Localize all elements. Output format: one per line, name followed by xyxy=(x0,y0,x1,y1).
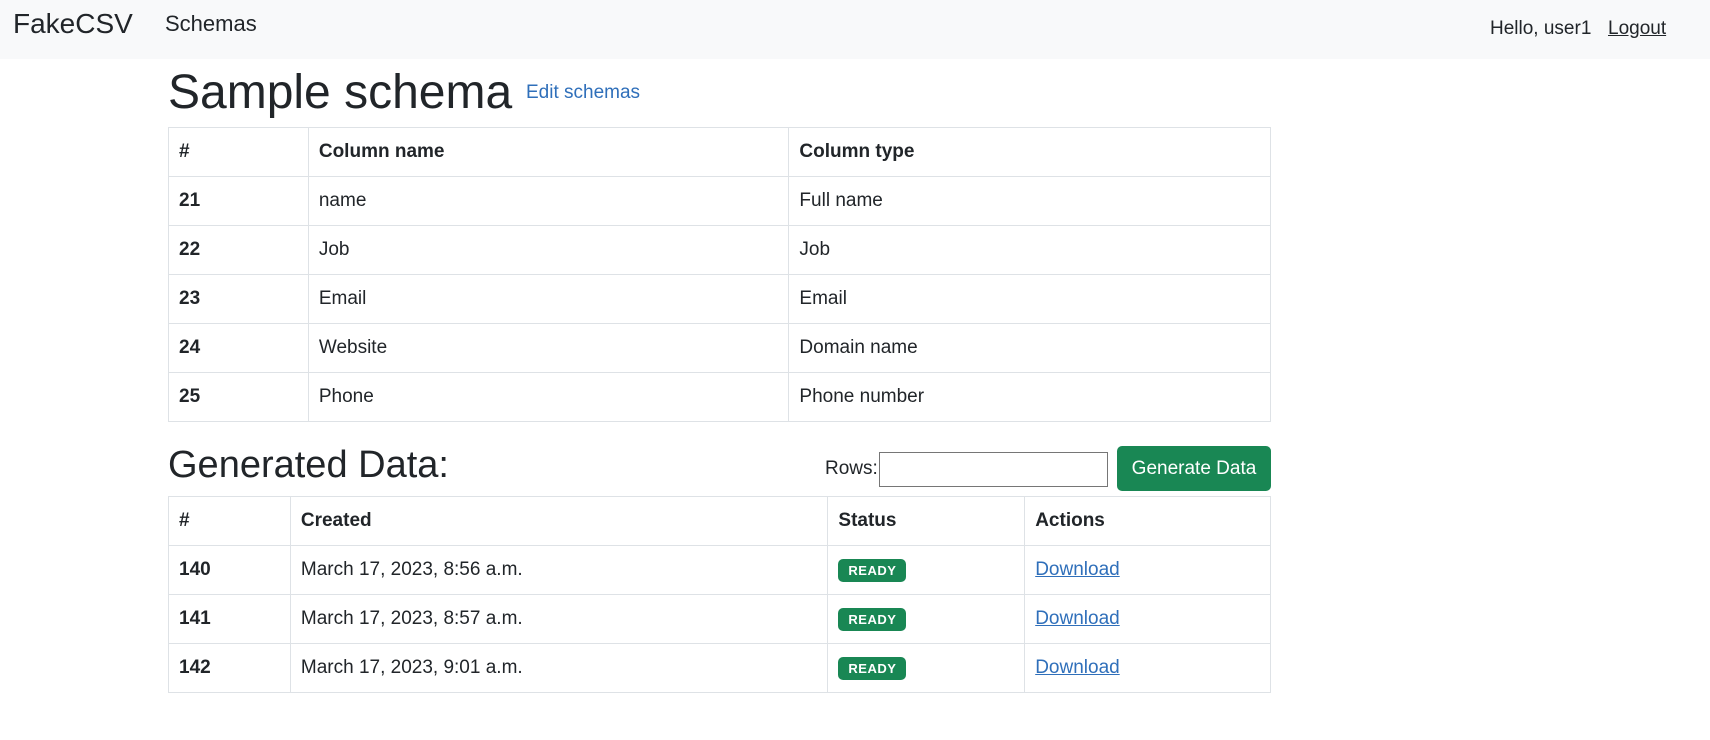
row-actions: Download xyxy=(1024,643,1271,693)
generated-data-title: Generated Data: xyxy=(168,444,449,486)
row-actions: Download xyxy=(1024,545,1271,595)
row-column-type: Job xyxy=(788,225,1271,275)
row-column-type: Phone number xyxy=(788,372,1271,422)
row-status: READY xyxy=(827,594,1026,644)
row-created: March 17, 2023, 9:01 a.m. xyxy=(289,643,829,693)
rows-label: Rows: xyxy=(825,458,878,479)
row-column-name: Website xyxy=(307,323,790,373)
row-id: 22 xyxy=(168,225,309,275)
navbar: FakeCSV Schemas Hello, user1 Logout xyxy=(0,0,1710,59)
schema-title: Sample schema xyxy=(168,66,513,119)
row-status: READY xyxy=(827,545,1026,595)
row-id: 140 xyxy=(168,545,291,595)
nav-link-schemas[interactable]: Schemas xyxy=(165,11,257,37)
table-row: 24 Website Domain name xyxy=(168,323,1271,373)
row-column-type: Full name xyxy=(788,176,1271,226)
header-status: Status xyxy=(827,496,1026,546)
table-row: 25 Phone Phone number xyxy=(168,372,1271,422)
status-badge: READY xyxy=(838,656,907,680)
row-id: 25 xyxy=(168,372,309,422)
row-actions: Download xyxy=(1024,594,1271,644)
download-link[interactable]: Download xyxy=(1035,559,1120,580)
table-row: 142 March 17, 2023, 9:01 a.m. READY Down… xyxy=(168,643,1271,693)
header-created: Created xyxy=(289,496,829,546)
header-number: # xyxy=(168,127,309,177)
table-row: 22 Job Job xyxy=(168,225,1271,275)
row-column-type: Email xyxy=(788,274,1271,324)
header-column-type: Column type xyxy=(788,127,1271,177)
brand-link[interactable]: FakeCSV xyxy=(13,8,133,40)
row-column-type: Domain name xyxy=(788,323,1271,373)
row-column-name: Job xyxy=(307,225,790,275)
row-column-name: Phone xyxy=(307,372,790,422)
rows-input[interactable] xyxy=(879,452,1108,487)
logout-link[interactable]: Logout xyxy=(1608,18,1666,40)
user-greeting: Hello, user1 xyxy=(1490,18,1592,39)
table-row: 141 March 17, 2023, 8:57 a.m. READY Down… xyxy=(168,594,1271,644)
row-column-name: Email xyxy=(307,274,790,324)
edit-schemas-link[interactable]: Edit schemas xyxy=(526,82,640,104)
header-column-name: Column name xyxy=(307,127,790,177)
table-row: 21 name Full name xyxy=(168,176,1271,226)
table-header-row: # Column name Column type xyxy=(168,127,1271,177)
header-number: # xyxy=(168,496,291,546)
row-id: 21 xyxy=(168,176,309,226)
schema-columns-table: # Column name Column type 21 name Full n… xyxy=(168,127,1271,422)
download-link[interactable]: Download xyxy=(1035,657,1120,678)
header-actions: Actions xyxy=(1024,496,1271,546)
row-created: March 17, 2023, 8:56 a.m. xyxy=(289,545,829,595)
row-column-name: name xyxy=(307,176,790,226)
download-link[interactable]: Download xyxy=(1035,608,1120,629)
status-badge: READY xyxy=(838,558,907,582)
table-row: 140 March 17, 2023, 8:56 a.m. READY Down… xyxy=(168,545,1271,595)
row-id: 142 xyxy=(168,643,291,693)
row-created: March 17, 2023, 8:57 a.m. xyxy=(289,594,829,644)
row-id: 24 xyxy=(168,323,309,373)
table-row: 23 Email Email xyxy=(168,274,1271,324)
row-id: 23 xyxy=(168,274,309,324)
table-header-row: # Created Status Actions xyxy=(168,496,1271,546)
generate-data-button[interactable]: Generate Data xyxy=(1117,446,1271,491)
row-id: 141 xyxy=(168,594,291,644)
generated-data-table: # Created Status Actions 140 March 17, 2… xyxy=(168,496,1271,693)
status-badge: READY xyxy=(838,607,907,631)
row-status: READY xyxy=(827,643,1026,693)
